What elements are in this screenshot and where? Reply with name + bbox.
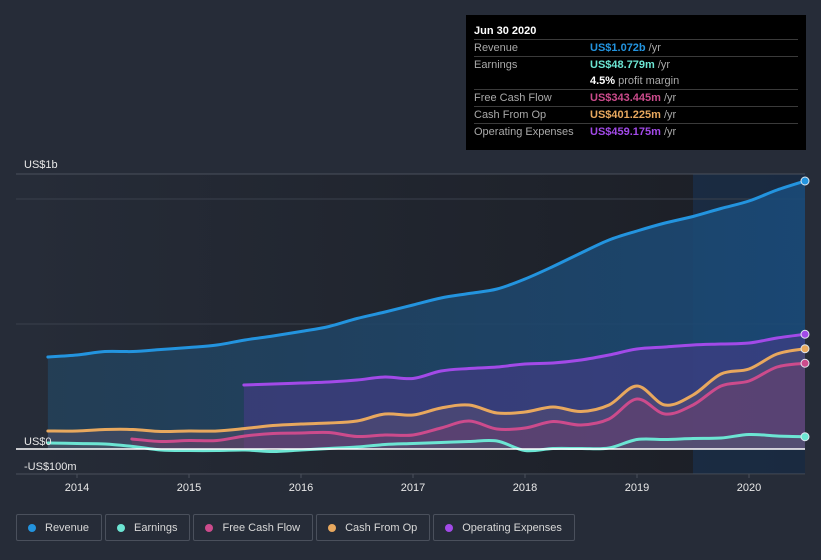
x-axis: 2014 2015 2016 2017 2018 2019 2020 — [65, 474, 761, 494]
y-tick-label: US$0 — [24, 436, 52, 448]
x-tick-label: 2014 — [65, 482, 89, 494]
legend-item-revenue[interactable]: Revenue — [16, 514, 103, 541]
legend-item-cash-from-op[interactable]: Cash From Op — [316, 514, 431, 541]
legend-label: Revenue — [45, 521, 90, 534]
legend-label: Earnings — [134, 521, 178, 534]
y-tick-label: -US$100m — [24, 461, 77, 473]
tooltip-unit: /yr — [648, 42, 661, 54]
legend-label: Cash From Op — [345, 521, 418, 534]
tooltip-value: US$401.225m — [590, 109, 661, 121]
x-tick-label: 2019 — [625, 482, 649, 494]
tooltip-label — [474, 73, 590, 89]
legend-label: Free Cash Flow — [222, 521, 301, 534]
tooltip-unit: /yr — [663, 109, 677, 121]
tooltip-value: US$48.779m — [590, 59, 655, 71]
tooltip-unit: profit margin — [618, 75, 680, 87]
tooltip-row-revenue: Revenue US$1.072b /yr — [474, 40, 798, 57]
tooltip-value: US$1.072b — [590, 42, 646, 54]
tooltip-date: Jun 30 2020 — [474, 23, 798, 40]
x-tick-label: 2016 — [289, 482, 313, 494]
revenue-end-marker — [800, 176, 810, 186]
legend-dot-icon — [205, 523, 214, 532]
legend-item-earnings[interactable]: Earnings — [105, 514, 191, 541]
x-tick-label: 2017 — [401, 482, 425, 494]
legend-dot-icon — [117, 523, 126, 532]
tooltip-label: Free Cash Flow — [474, 92, 552, 104]
tooltip-label: Earnings — [474, 59, 518, 71]
tooltip-unit: /yr — [657, 59, 671, 71]
tooltip-value: US$459.175m — [590, 126, 661, 138]
tooltip-row-free-cash-flow: Free Cash Flow US$343.445m /yr — [474, 90, 798, 107]
legend-dot-icon — [28, 523, 36, 532]
tooltip-unit: /yr — [663, 92, 677, 104]
legend-item-operating-expenses[interactable]: Operating Expenses — [433, 514, 575, 541]
legend-item-free-cash-flow[interactable]: Free Cash Flow — [193, 514, 314, 541]
tooltip-row-operating-expenses: Operating Expenses US$459.175m /yr — [474, 124, 798, 140]
operating-expenses-end-marker — [800, 329, 810, 339]
tooltip-row-cash-from-op: Cash From Op US$401.225m /yr — [474, 107, 798, 124]
x-tick-label: 2018 — [513, 482, 537, 494]
x-tick-label: 2015 — [177, 482, 201, 494]
tooltip-row-earnings: Earnings US$48.779m /yr — [474, 57, 798, 73]
tooltip: Jun 30 2020 Revenue US$1.072b /yr Earnin… — [466, 15, 806, 150]
tooltip-unit: /yr — [663, 126, 677, 138]
tooltip-label: Operating Expenses — [474, 126, 574, 138]
legend-dot-icon — [328, 523, 337, 532]
earnings-end-marker — [800, 432, 810, 442]
free-cash-flow-end-marker — [800, 358, 810, 368]
legend-label: Operating Expenses — [462, 521, 562, 534]
tooltip-value: US$343.445m — [590, 92, 661, 104]
legend: Revenue Earnings Free Cash Flow Cash Fro… — [16, 514, 575, 541]
tooltip-label: Cash From Op — [474, 109, 547, 121]
y-tick-label: US$1b — [24, 159, 58, 171]
x-tick-label: 2020 — [737, 482, 761, 494]
legend-dot-icon — [445, 523, 454, 532]
tooltip-label: Revenue — [474, 42, 519, 54]
tooltip-row-profit-margin: 4.5% profit margin — [474, 73, 798, 90]
tooltip-value: 4.5% — [590, 75, 616, 87]
cash-from-op-end-marker — [800, 344, 810, 354]
